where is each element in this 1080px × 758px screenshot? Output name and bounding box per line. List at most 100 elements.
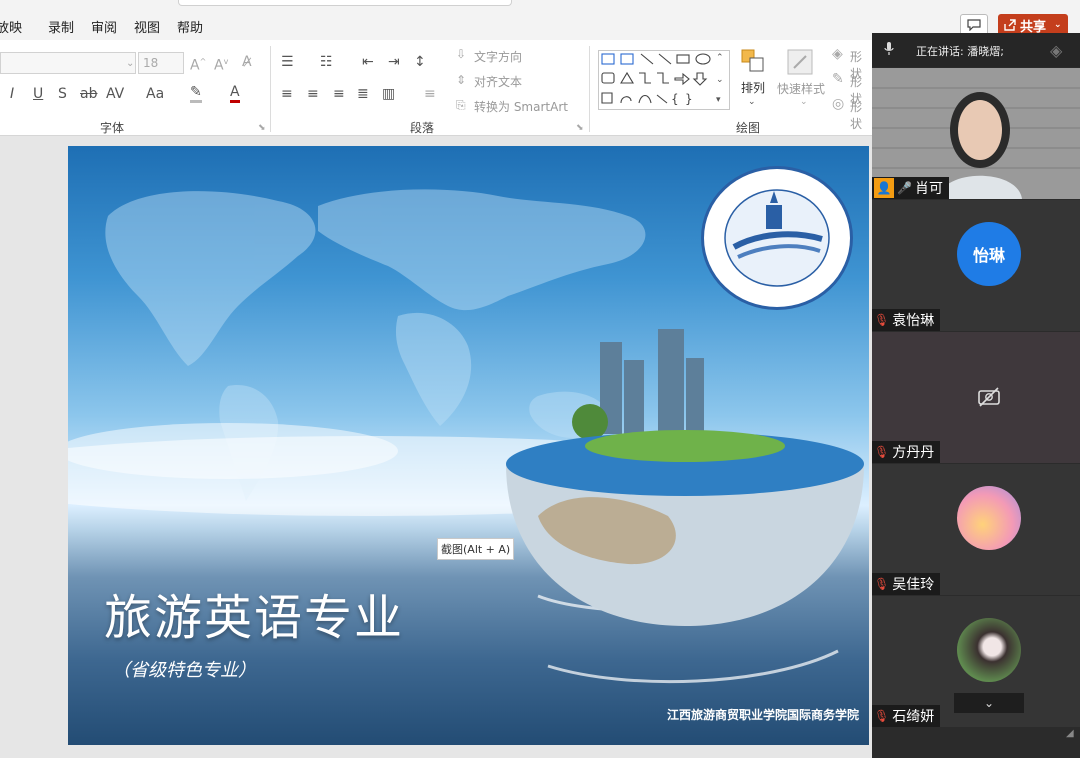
effects-icon[interactable]: ◎: [832, 96, 844, 112]
search-box[interactable]: [178, 0, 512, 6]
muted-mic-icon: 🎙: [874, 577, 890, 591]
distribute-icon[interactable]: ≡: [424, 86, 436, 102]
dialog-launcher-icon[interactable]: ⬊: [258, 120, 266, 136]
more-shapes-icon[interactable]: ▾: [716, 92, 721, 108]
participant-tile[interactable]: 🎙 方丹丹: [872, 332, 1080, 463]
participant-name-tag: 🎙 石绮妍: [872, 705, 941, 727]
font-name-field[interactable]: [0, 52, 136, 74]
tab-record[interactable]: 录制: [48, 17, 74, 36]
resize-grip-icon[interactable]: ◢: [1066, 728, 1074, 739]
align-center-icon[interactable]: ≡: [307, 86, 319, 102]
arrange-icon[interactable]: [740, 48, 766, 74]
slide-title[interactable]: 旅游英语专业: [104, 578, 404, 648]
grid-view-icon[interactable]: ◈: [1050, 41, 1062, 60]
shadow-icon[interactable]: S: [58, 86, 67, 102]
screenshot-tooltip: 截图(Alt + A): [437, 538, 515, 560]
clear-format-icon[interactable]: A̷: [242, 54, 252, 70]
tab-slideshow[interactable]: 放映: [0, 17, 22, 36]
text-direction-icon[interactable]: ⇩: [456, 46, 466, 62]
justify-icon[interactable]: ≣: [357, 86, 369, 102]
paint-bucket-icon[interactable]: ◈: [832, 46, 843, 62]
participant-tile[interactable]: 👤 🎤 肖可: [872, 68, 1080, 199]
share-icon: [1004, 19, 1016, 31]
tab-review[interactable]: 审阅: [91, 17, 117, 36]
font-size-field[interactable]: 18: [138, 52, 184, 74]
participants-panel: 正在讲话: 潘晓熠; ◈ 👤 🎤 肖可 怡琳 🎙 袁怡琳 🎙 方丹丹 🎙 吴佳玲…: [872, 33, 1080, 758]
numbering-icon[interactable]: ☷: [320, 54, 333, 70]
font-group-label: 字体: [100, 121, 125, 135]
speaking-label: 正在讲话: 潘晓熠;: [916, 45, 1004, 58]
participant-name: 方丹丹: [892, 445, 935, 461]
paragraph-group-label: 段落: [410, 121, 435, 135]
muted-mic-icon: 🎙: [874, 445, 890, 459]
scroll-down-button[interactable]: ⌄: [954, 693, 1024, 713]
host-badge-icon: 👤: [874, 178, 894, 198]
slide-subtitle[interactable]: （省级特色专业）: [112, 656, 256, 682]
align-text-button[interactable]: 对齐文本: [474, 73, 522, 90]
pen-icon[interactable]: ✎: [832, 71, 844, 87]
participant-name: 袁怡琳: [892, 313, 935, 329]
participant-tile[interactable]: 怡琳 🎙 袁怡琳: [872, 200, 1080, 331]
char-spacing-icon[interactable]: AV: [106, 86, 124, 102]
participant-name-tag: 🎙 袁怡琳: [872, 309, 941, 331]
align-right-icon[interactable]: ≡: [333, 86, 345, 102]
avatar: [957, 618, 1021, 682]
ribbon: ⌄ 18 A^ Av A̷ I U S ab AV Aa ✎ A 字体 ⬊ ☰ …: [0, 40, 872, 136]
participant-name-tag: 🎙 吴佳玲: [872, 573, 941, 595]
college-seal-icon: [724, 189, 830, 287]
tab-view[interactable]: 视图: [134, 17, 160, 36]
text-direction-button[interactable]: 文字方向: [474, 48, 522, 65]
participant-name: 吴佳玲: [892, 577, 935, 593]
chevron-down-icon: ⌄: [1054, 20, 1062, 30]
columns-icon[interactable]: ▥: [382, 86, 395, 102]
dialog-launcher-icon[interactable]: ⬊: [576, 120, 584, 136]
change-case-icon[interactable]: Aa: [146, 86, 164, 102]
line-spacing-icon[interactable]: ↕: [414, 54, 426, 70]
chevron-down-icon: ⌄: [800, 97, 808, 107]
slide[interactable]: 旅游英语专业 （省级特色专业） 江西旅游商贸职业学院国际商务学院: [68, 146, 869, 745]
comment-icon: [967, 19, 981, 31]
chevron-down-icon[interactable]: ⌄: [126, 56, 134, 72]
increase-indent-icon[interactable]: ⇥: [388, 54, 400, 70]
participant-name-tag: 👤 🎤 肖可: [872, 177, 949, 199]
tab-help[interactable]: 帮助: [177, 17, 203, 36]
font-color-icon[interactable]: A: [230, 84, 240, 103]
microphone-icon: [884, 42, 894, 55]
align-left-icon[interactable]: ≡: [281, 86, 293, 102]
bullets-icon[interactable]: ☰: [281, 54, 294, 70]
speaking-bar: 正在讲话: 潘晓熠; ◈: [872, 33, 1080, 67]
share-label: 共享: [1020, 19, 1047, 35]
smartart-icon[interactable]: ⎘: [456, 97, 466, 113]
increase-font-icon[interactable]: A^: [190, 54, 206, 74]
strikethrough-icon[interactable]: ab: [80, 86, 97, 102]
svg-text:{: {: [671, 92, 679, 106]
decrease-indent-icon[interactable]: ⇤: [362, 54, 374, 70]
participant-name-tag: 🎙 方丹丹: [872, 441, 941, 463]
avatar: 怡琳: [957, 222, 1021, 286]
smartart-button[interactable]: 转换为 SmartArt: [474, 98, 568, 115]
underline-icon[interactable]: U: [33, 86, 43, 102]
chevron-down-icon: ⌄: [983, 696, 995, 710]
chevron-up-icon[interactable]: ⌃: [716, 50, 724, 66]
muted-mic-icon: 🎙: [874, 313, 890, 327]
avatar: [957, 486, 1021, 550]
decrease-font-icon[interactable]: Av: [214, 54, 228, 74]
group-separator: [589, 46, 590, 132]
slide-footer[interactable]: 江西旅游商贸职业学院国际商务学院: [667, 706, 859, 723]
highlight-icon[interactable]: ✎: [190, 84, 202, 103]
chevron-down-icon[interactable]: ⌄: [716, 72, 724, 88]
microphone-icon: 🎤: [897, 181, 912, 195]
shapes-gallery-icon: {}: [601, 53, 711, 106]
group-separator: [270, 46, 271, 132]
participant-name: 石绮妍: [892, 709, 935, 725]
shapes-gallery[interactable]: {}: [598, 50, 730, 110]
italic-icon[interactable]: I: [10, 86, 14, 102]
muted-mic-icon: 🎙: [874, 709, 890, 723]
participant-name: 肖可: [914, 181, 943, 197]
shape-effects-button[interactable]: 形状: [850, 98, 872, 132]
participant-tile[interactable]: 🎙 吴佳玲: [872, 464, 1080, 595]
align-text-icon[interactable]: ⇕: [456, 72, 466, 88]
camera-off-icon: [978, 387, 1000, 407]
quick-styles-icon[interactable]: [786, 48, 814, 76]
svg-text:}: }: [685, 92, 693, 106]
